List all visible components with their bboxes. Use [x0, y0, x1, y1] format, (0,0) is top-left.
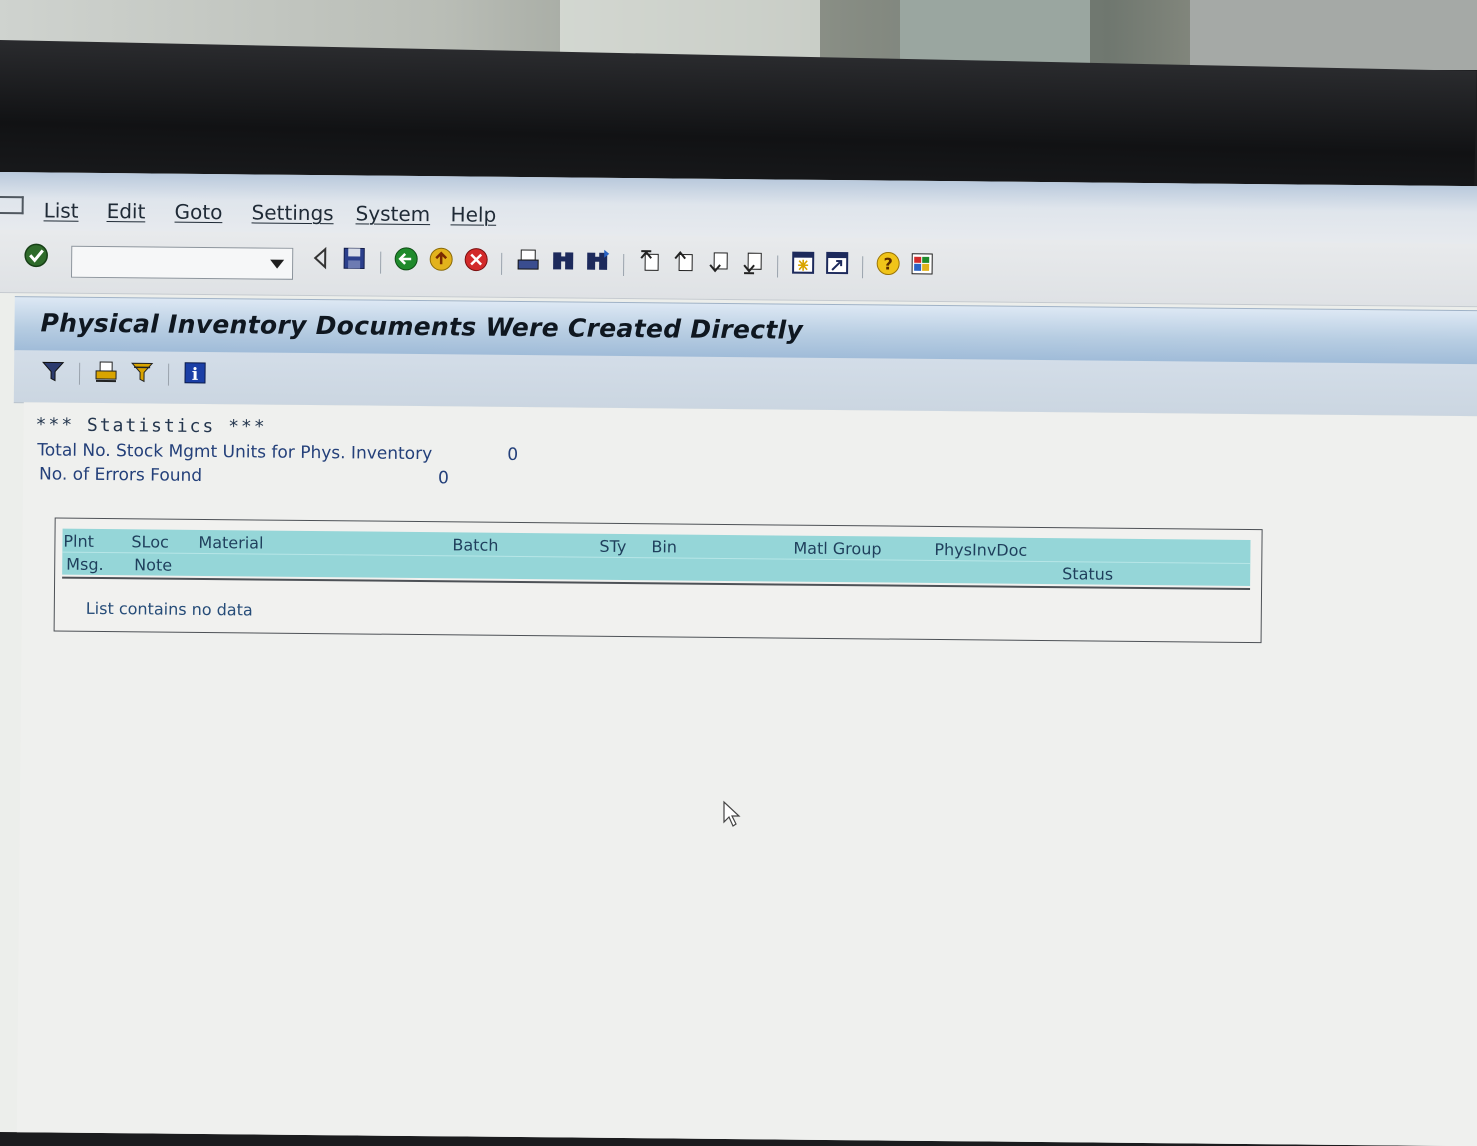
command-field[interactable]: [71, 246, 293, 280]
statistics-heading: *** Statistics ***: [35, 414, 266, 437]
find-next-icon[interactable]: [584, 248, 610, 274]
toolbar-separator: [862, 256, 863, 278]
new-session-icon[interactable]: [790, 250, 816, 276]
toolbar-separator: [168, 364, 169, 386]
previous-page-icon[interactable]: [671, 248, 697, 274]
info-icon[interactable]: i: [182, 360, 208, 386]
background-door: [560, 0, 820, 60]
total-units-value: 0: [507, 445, 518, 465]
sap-menu-icon[interactable]: [0, 196, 24, 214]
menu-system[interactable]: System: [356, 201, 431, 226]
back-nav-icon[interactable]: [308, 245, 334, 271]
last-page-icon[interactable]: [740, 249, 766, 275]
svg-text:?: ?: [883, 254, 892, 273]
errors-found-value: 0: [438, 468, 449, 488]
cancel-icon[interactable]: [463, 246, 489, 272]
column-header-batch[interactable]: Batch: [452, 535, 498, 554]
create-shortcut-icon[interactable]: [824, 250, 850, 276]
column-header-bin[interactable]: Bin: [651, 537, 677, 556]
filter-icon[interactable]: [40, 358, 66, 384]
find-icon[interactable]: [550, 247, 576, 273]
toolbar-separator: [623, 254, 624, 276]
toolbar-separator: [777, 255, 778, 277]
toolbar-separator: [501, 253, 502, 275]
sap-window: List Edit Goto Settings System Help: [0, 172, 1477, 1146]
menu-settings[interactable]: Settings: [252, 200, 334, 225]
background-shelf: [1190, 0, 1477, 70]
toolbar-separator: [79, 363, 80, 385]
column-header-plant[interactable]: Plnt: [63, 532, 94, 551]
help-icon[interactable]: ?: [875, 250, 901, 276]
svg-text:i: i: [192, 365, 199, 385]
customize-layout-icon[interactable]: [909, 251, 935, 277]
menu-edit[interactable]: Edit: [107, 199, 146, 223]
menu-list[interactable]: List: [44, 198, 79, 222]
first-page-icon[interactable]: [637, 248, 663, 274]
print-icon[interactable]: [515, 247, 541, 273]
column-header-storage-type[interactable]: STy: [599, 537, 626, 556]
column-header-message[interactable]: Msg.: [66, 555, 104, 574]
subtotal-icon[interactable]: [129, 359, 155, 385]
next-page-icon[interactable]: [706, 249, 732, 275]
enter-icon[interactable]: [23, 242, 49, 268]
column-header-material[interactable]: Material: [198, 533, 263, 553]
print-list-icon[interactable]: [93, 359, 119, 385]
column-header-note[interactable]: Note: [134, 555, 172, 574]
column-header-phys-inv-doc[interactable]: PhysInvDoc: [934, 540, 1027, 560]
toolbar-separator: [380, 252, 381, 274]
exit-icon[interactable]: [428, 246, 454, 272]
command-field-dropdown-icon[interactable]: [270, 260, 284, 269]
save-icon[interactable]: [341, 245, 367, 271]
column-header-storage-location[interactable]: SLoc: [131, 532, 169, 551]
total-units-label: Total No. Stock Mgmt Units for Phys. Inv…: [37, 440, 432, 464]
errors-found-label: No. of Errors Found: [39, 464, 202, 486]
mouse-cursor-icon: [722, 800, 742, 828]
empty-list-message: List contains no data: [86, 599, 253, 620]
menu-help[interactable]: Help: [450, 202, 496, 226]
back-icon[interactable]: [393, 246, 419, 272]
menu-goto[interactable]: Goto: [175, 200, 223, 224]
list-output-area: [17, 402, 1477, 1146]
column-header-status[interactable]: Status: [1062, 564, 1113, 583]
background-window: [900, 0, 1090, 66]
column-header-material-group[interactable]: Matl Group: [793, 539, 881, 559]
